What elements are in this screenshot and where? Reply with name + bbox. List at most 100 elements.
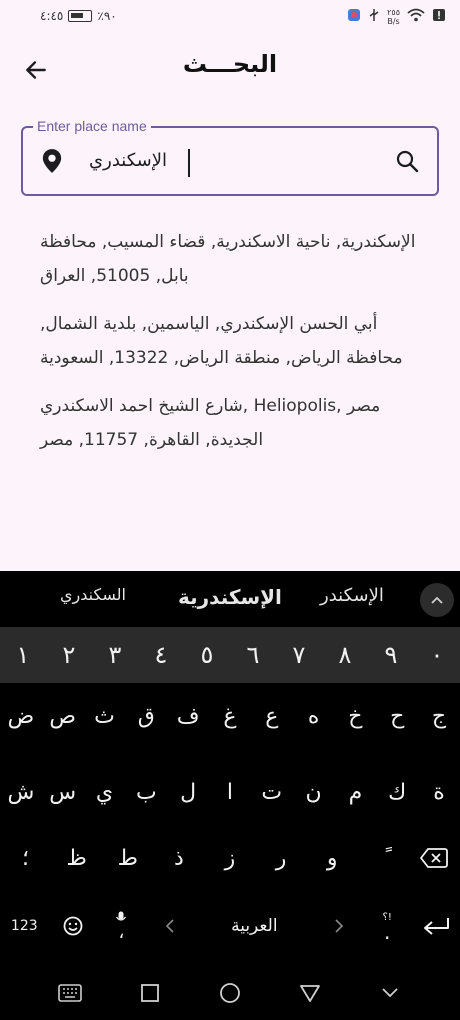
- key[interactable]: ؛: [0, 825, 51, 891]
- collapse-suggestions-button[interactable]: [420, 583, 454, 617]
- backspace-icon: [420, 848, 449, 868]
- key[interactable]: ض: [0, 683, 42, 749]
- circle-icon: [220, 982, 240, 1003]
- place-search-field[interactable]: Enter place name الإسكندري: [21, 118, 439, 196]
- key[interactable]: خ: [335, 683, 377, 749]
- key[interactable]: ش: [0, 759, 42, 825]
- key[interactable]: ب: [125, 759, 167, 825]
- key[interactable]: ً: [358, 825, 409, 891]
- navigation-bar: [0, 965, 460, 1020]
- key[interactable]: و: [307, 825, 358, 891]
- period-key[interactable]: ؟! .: [363, 893, 412, 959]
- triangle-down-icon: [300, 984, 320, 1002]
- recents-button[interactable]: [130, 973, 170, 1013]
- number-row: ١ ٢ ٣ ٤ ٥ ٦ ٧ ٨ ٩ ٠: [0, 627, 460, 683]
- key[interactable]: ٦: [230, 627, 276, 683]
- status-left: ٤:٤٥ ٪٩٠: [40, 9, 117, 23]
- key[interactable]: ٣: [92, 627, 138, 683]
- key[interactable]: ن: [293, 759, 335, 825]
- suggestion-item[interactable]: السكندري: [60, 585, 126, 604]
- key[interactable]: ث: [84, 683, 126, 749]
- key[interactable]: ص: [42, 683, 84, 749]
- home-button[interactable]: [210, 973, 250, 1013]
- search-icon[interactable]: [395, 149, 419, 177]
- key[interactable]: ظ: [51, 825, 102, 891]
- result-item[interactable]: شارع الشيخ احمد الاسكندري, Heliopolis, م…: [40, 389, 420, 457]
- text-cursor: [188, 149, 190, 177]
- key-row: ض ص ث ق ف غ ع ه خ ح ج: [0, 683, 460, 749]
- key-row: ؛ ظ ط ذ ز ر و ً: [0, 825, 460, 891]
- battery-icon: [68, 10, 93, 22]
- keyboard-icon: [58, 983, 82, 1002]
- usb-icon: [368, 7, 380, 26]
- key[interactable]: ز: [204, 825, 255, 891]
- key[interactable]: ة: [418, 759, 460, 825]
- search-input[interactable]: الإسكندري: [89, 150, 167, 171]
- network-speed: ٢٥٥ B/s: [387, 7, 400, 26]
- comma-voice-key[interactable]: ،: [97, 893, 146, 959]
- back-nav-button[interactable]: [290, 973, 330, 1013]
- location-pin-icon: [41, 148, 63, 178]
- key[interactable]: ٤: [138, 627, 184, 683]
- key[interactable]: ٧: [276, 627, 322, 683]
- app-notification-icon: [347, 7, 361, 26]
- hide-keyboard-button[interactable]: [370, 973, 410, 1013]
- key[interactable]: ك: [376, 759, 418, 825]
- emoji-key[interactable]: [49, 893, 98, 959]
- alert-icon: [432, 7, 446, 26]
- keyboard: السكندري الإسكندرية الإسكندر ١ ٢ ٣ ٤ ٥ ٦…: [0, 571, 460, 965]
- chevron-left-icon: [165, 919, 174, 933]
- enter-icon: [423, 918, 449, 935]
- clock: ٤:٤٥: [40, 9, 64, 23]
- key[interactable]: ل: [167, 759, 209, 825]
- comma-label: ،: [118, 922, 125, 943]
- key[interactable]: ١: [0, 627, 46, 683]
- key[interactable]: ٢: [46, 627, 92, 683]
- key[interactable]: ق: [125, 683, 167, 749]
- key[interactable]: م: [335, 759, 377, 825]
- suggestion-strip: السكندري الإسكندرية الإسكندر: [0, 571, 460, 627]
- key[interactable]: ٩: [368, 627, 414, 683]
- status-bar: ٤:٤٥ ٪٩٠ ٢٥٥ B/s: [0, 0, 460, 34]
- key[interactable]: ٠: [414, 627, 460, 683]
- status-right: ٢٥٥ B/s: [347, 7, 446, 26]
- key[interactable]: ذ: [153, 825, 204, 891]
- result-item[interactable]: الإسكندرية, ناحية الاسكندرية, قضاء المسي…: [40, 225, 420, 293]
- key-row-bottom: 123 ، العربية ؟! .: [0, 893, 460, 959]
- keyboard-switch-button[interactable]: [50, 973, 90, 1013]
- results-list: الإسكندرية, ناحية الاسكندرية, قضاء المسي…: [40, 225, 420, 457]
- cursor-right-key[interactable]: [314, 893, 363, 959]
- key[interactable]: غ: [209, 683, 251, 749]
- key[interactable]: س: [42, 759, 84, 825]
- key[interactable]: ح: [376, 683, 418, 749]
- enter-key[interactable]: [411, 893, 460, 959]
- chevron-right-icon: [335, 919, 343, 933]
- suggestion-item[interactable]: الإسكندرية: [178, 585, 282, 609]
- key[interactable]: ج: [418, 683, 460, 749]
- page-title: البحـــث: [182, 50, 278, 78]
- key[interactable]: ا: [209, 759, 251, 825]
- suggestion-item[interactable]: الإسكندر: [320, 585, 384, 606]
- cursor-left-key[interactable]: [146, 893, 195, 959]
- key[interactable]: ٥: [184, 627, 230, 683]
- field-label: Enter place name: [33, 118, 151, 134]
- space-key[interactable]: العربية: [194, 893, 314, 959]
- key[interactable]: ط: [102, 825, 153, 891]
- emoji-icon: [63, 916, 83, 936]
- key[interactable]: ه: [293, 683, 335, 749]
- period-label: .: [384, 920, 391, 944]
- result-item[interactable]: أبي الحسن الإسكندري, الياسمين, بلدية الش…: [40, 307, 420, 375]
- wifi-icon: [407, 7, 425, 26]
- key[interactable]: ف: [167, 683, 209, 749]
- battery-level: ٪٩٠: [97, 9, 117, 23]
- chevron-up-icon: [431, 596, 443, 604]
- symbols-key[interactable]: 123: [0, 893, 49, 959]
- backspace-key[interactable]: [409, 825, 460, 891]
- key[interactable]: ع: [251, 683, 293, 749]
- key[interactable]: ٨: [322, 627, 368, 683]
- key[interactable]: ت: [251, 759, 293, 825]
- square-icon: [141, 983, 159, 1002]
- key-row: ش س ي ب ل ا ت ن م ك ة: [0, 759, 460, 825]
- key[interactable]: ر: [256, 825, 307, 891]
- key[interactable]: ي: [84, 759, 126, 825]
